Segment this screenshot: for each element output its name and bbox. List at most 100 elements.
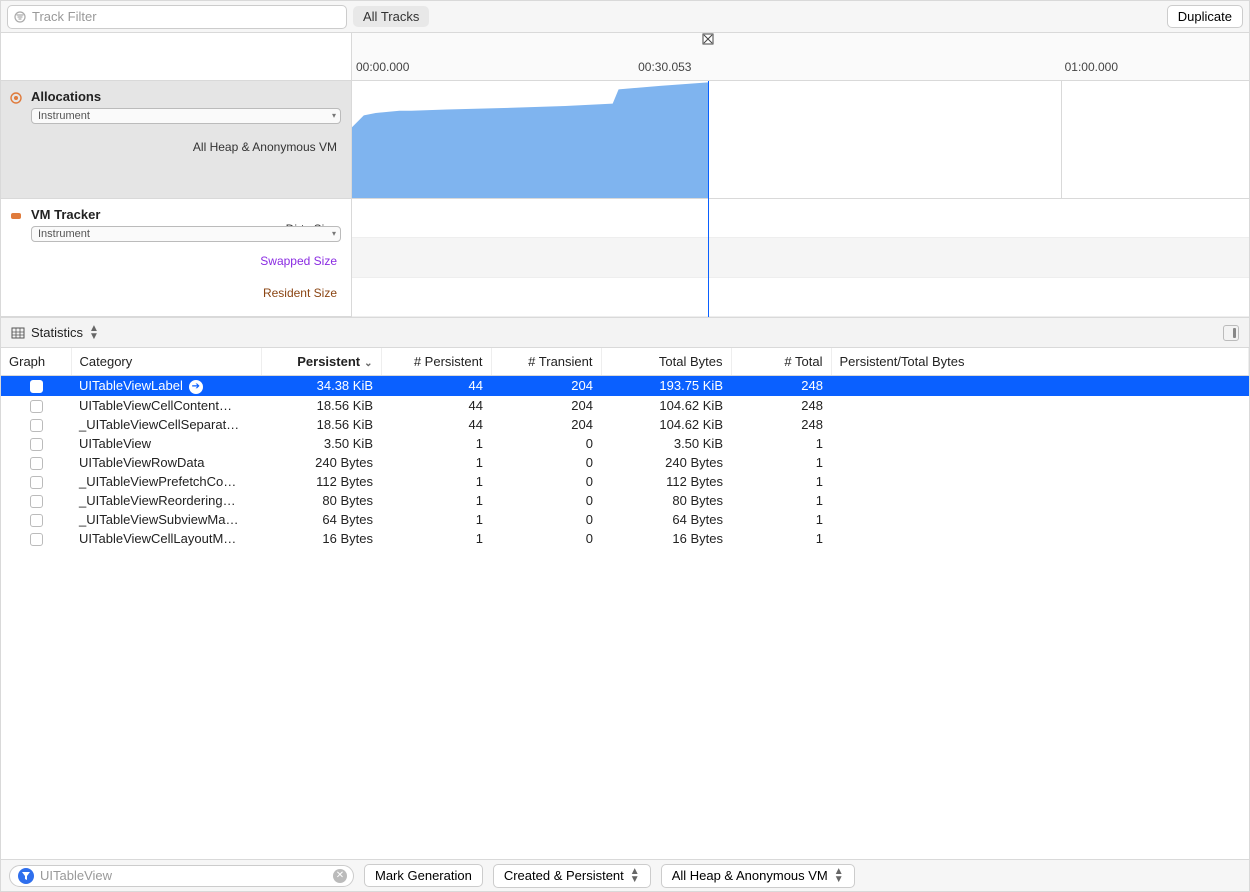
statistics-label[interactable]: Statistics [31, 325, 83, 340]
cell-n-total: 1 [731, 453, 831, 472]
vm-row-resident-label: Resident Size [263, 286, 337, 300]
cell-persistent: 18.56 KiB [261, 396, 381, 415]
cell-n-total: 1 [731, 434, 831, 453]
time-ruler[interactable]: 00:00.000 00:30.053 01:00.000 [352, 33, 1249, 81]
vm-strip-swapped [352, 238, 1249, 277]
graph-checkbox[interactable] [30, 419, 43, 432]
track-allocations-title: Allocations [31, 89, 341, 104]
playhead-flag-icon[interactable] [702, 33, 714, 45]
col-persistent[interactable]: Persistent⌄ [261, 348, 381, 376]
graph-checkbox[interactable] [30, 495, 43, 508]
col-n-transient[interactable]: # Transient [491, 348, 601, 376]
graph-checkbox[interactable] [30, 457, 43, 470]
heap-anon-select[interactable]: All Heap & Anonymous VM▲▼ [661, 864, 855, 888]
ruler-left-stub [1, 33, 351, 81]
cell-total-bytes: 112 Bytes [601, 472, 731, 491]
graph-checkbox[interactable] [30, 438, 43, 451]
table-row[interactable]: UITableView3.50 KiB103.50 KiB1 [1, 434, 1249, 453]
all-tracks-pill[interactable]: All Tracks [353, 6, 429, 27]
cell-persistent: 240 Bytes [261, 453, 381, 472]
cell-n-persistent: 44 [381, 415, 491, 434]
col-n-persistent[interactable]: # Persistent [381, 348, 491, 376]
cell-n-transient: 0 [491, 529, 601, 548]
cell-n-transient: 0 [491, 510, 601, 529]
cell-ratio [831, 453, 1249, 472]
vm-row-swapped-label: Swapped Size [260, 254, 337, 268]
graph-checkbox[interactable] [30, 514, 43, 527]
vm-strip-dirty [352, 199, 1249, 238]
cell-n-transient: 0 [491, 434, 601, 453]
cell-persistent: 34.38 KiB [261, 376, 381, 396]
table-icon [11, 326, 25, 340]
cell-persistent: 80 Bytes [261, 491, 381, 510]
cell-ratio [831, 529, 1249, 548]
inspector-toggle-button[interactable] [1223, 325, 1239, 341]
cell-n-persistent: 44 [381, 396, 491, 415]
updown-icon[interactable]: ▲▼ [89, 325, 99, 341]
cell-n-total: 1 [731, 529, 831, 548]
table-row[interactable]: _UITableViewReordering…80 Bytes1080 Byte… [1, 491, 1249, 510]
filter-chip-icon [18, 868, 34, 884]
filter-funnel-icon [14, 11, 26, 23]
allocations-sublabel: All Heap & Anonymous VM [31, 140, 341, 154]
graph-checkbox[interactable] [30, 380, 43, 393]
playhead-line[interactable] [708, 81, 709, 317]
cell-ratio [831, 510, 1249, 529]
timeline-lanes[interactable]: 00:00.000 00:30.053 01:00.000 [352, 33, 1249, 317]
table-row[interactable]: _UITableViewCellSeparat…18.56 KiB4420410… [1, 415, 1249, 434]
cell-total-bytes: 64 Bytes [601, 510, 731, 529]
instrument-badge-vm[interactable]: Instrument [31, 226, 341, 242]
top-toolbar: Track Filter All Tracks Duplicate [1, 1, 1249, 33]
track-vm-title: VM Tracker [31, 207, 341, 222]
table-row[interactable]: UITableViewCellContent…18.56 KiB44204104… [1, 396, 1249, 415]
graph-checkbox[interactable] [30, 533, 43, 546]
col-total-bytes[interactable]: Total Bytes [601, 348, 731, 376]
instruments-window: Track Filter All Tracks Duplicate Alloca… [0, 0, 1250, 892]
col-ratio[interactable]: Persistent/Total Bytes [831, 348, 1249, 376]
cell-total-bytes: 104.62 KiB [601, 415, 731, 434]
cell-n-transient: 204 [491, 376, 601, 396]
track-allocations[interactable]: Allocations Instrument All Heap & Anonym… [1, 81, 351, 199]
table-row[interactable]: _UITableViewPrefetchCo…112 Bytes10112 By… [1, 472, 1249, 491]
cell-ratio [831, 396, 1249, 415]
disclosure-arrow-icon[interactable] [189, 380, 203, 394]
duplicate-button[interactable]: Duplicate [1167, 5, 1243, 28]
statistics-table-wrap[interactable]: Graph Category Persistent⌄ # Persistent … [1, 348, 1249, 859]
graph-checkbox[interactable] [30, 400, 43, 413]
created-persistent-select[interactable]: Created & Persistent▲▼ [493, 864, 651, 888]
timeline-area: Allocations Instrument All Heap & Anonym… [1, 33, 1249, 318]
cell-n-total: 248 [731, 415, 831, 434]
track-vm-tracker[interactable]: VM Tracker Instrument Dirty Size Swapped… [1, 199, 351, 317]
ruler-tick: 01:00.000 [1065, 60, 1118, 74]
instrument-badge-allocations[interactable]: Instrument [31, 108, 341, 124]
table-row[interactable]: UITableViewLabel34.38 KiB44204193.75 KiB… [1, 376, 1249, 396]
col-n-total[interactable]: # Total [731, 348, 831, 376]
col-graph[interactable]: Graph [1, 348, 71, 376]
category-filter-field[interactable]: UITableView ✕ [9, 865, 354, 887]
updown-icon: ▲▼ [834, 868, 844, 884]
cell-ratio [831, 376, 1249, 396]
vm-tracker-icon [9, 209, 23, 223]
allocations-lane[interactable] [352, 81, 1249, 199]
mark-generation-button[interactable]: Mark Generation [364, 864, 483, 887]
cell-ratio [831, 415, 1249, 434]
cell-n-transient: 204 [491, 396, 601, 415]
cell-persistent: 64 Bytes [261, 510, 381, 529]
table-row[interactable]: UITableViewCellLayoutM…16 Bytes1016 Byte… [1, 529, 1249, 548]
vm-tracker-lane[interactable] [352, 199, 1249, 317]
statistics-table: Graph Category Persistent⌄ # Persistent … [1, 348, 1249, 548]
cell-persistent: 3.50 KiB [261, 434, 381, 453]
cell-persistent: 112 Bytes [261, 472, 381, 491]
cell-n-transient: 0 [491, 472, 601, 491]
table-row[interactable]: _UITableViewSubviewMa…64 Bytes1064 Bytes… [1, 510, 1249, 529]
clear-filter-button[interactable]: ✕ [333, 869, 347, 883]
allocations-icon [9, 91, 23, 105]
col-category[interactable]: Category [71, 348, 261, 376]
cell-n-persistent: 44 [381, 376, 491, 396]
cell-n-persistent: 1 [381, 529, 491, 548]
track-filter-field[interactable]: Track Filter [7, 5, 347, 29]
cell-n-persistent: 1 [381, 472, 491, 491]
cell-category: _UITableViewSubviewMa… [71, 510, 261, 529]
table-row[interactable]: UITableViewRowData240 Bytes10240 Bytes1 [1, 453, 1249, 472]
graph-checkbox[interactable] [30, 476, 43, 489]
